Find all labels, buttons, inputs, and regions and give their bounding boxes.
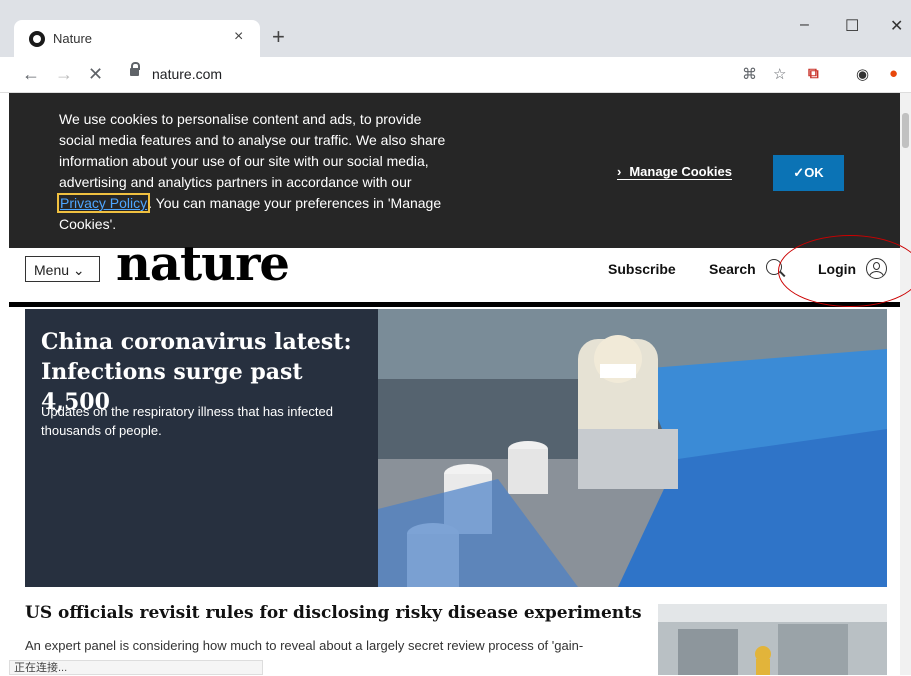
close-window-button[interactable]: ✕: [890, 16, 903, 36]
chevron-down-icon: ⌄: [72, 262, 85, 278]
maximize-button[interactable]: ☐: [845, 16, 859, 36]
translate-icon[interactable]: ⌘: [742, 65, 757, 83]
minimize-button[interactable]: –: [800, 16, 809, 34]
address-bar[interactable]: nature.com: [120, 61, 630, 87]
subscribe-link[interactable]: Subscribe: [608, 261, 676, 277]
scrollbar[interactable]: [900, 93, 911, 675]
hero-image[interactable]: [378, 309, 887, 587]
back-button[interactable]: ←: [22, 64, 40, 85]
cookie-text-part: We use cookies to personalise content an…: [59, 111, 446, 190]
nature-favicon-icon: [29, 31, 45, 47]
cookie-text: We use cookies to personalise content an…: [56, 109, 449, 235]
nature-logo[interactable]: nature: [116, 236, 290, 292]
status-bar: 正在连接...: [9, 660, 263, 675]
lab-photo: [658, 604, 887, 675]
manage-cookies-label: Manage Cookies: [629, 164, 732, 179]
menu-label: Menu: [34, 262, 70, 278]
story-title[interactable]: US officials revisit rules for disclosin…: [25, 603, 642, 623]
story-description: An expert panel is considering how much …: [25, 638, 584, 653]
scrollbar-thumb[interactable]: [902, 113, 909, 148]
hero-description: Updates on the respiratory illness that …: [41, 404, 333, 438]
ok-button[interactable]: ✓OK: [773, 155, 844, 191]
url-text[interactable]: nature.com: [152, 66, 222, 82]
browser-toolbar: ← → ✕ nature.com ⌘ ☆ ⧉ ◉ ●: [0, 57, 911, 93]
tab-nature[interactable]: Nature ×: [14, 20, 260, 57]
site-header: Menu ⌄ nature Subscribe Search Login: [9, 236, 900, 307]
new-tab-button[interactable]: +: [272, 26, 285, 48]
hero-story[interactable]: China coronavirus latest: Infections sur…: [25, 309, 887, 587]
tab-strip: Nature × + – ☐ ✕: [0, 0, 911, 57]
stop-button[interactable]: ✕: [88, 64, 103, 85]
tab-close-icon[interactable]: ×: [234, 28, 243, 46]
extension-icon[interactable]: ●: [889, 65, 898, 82]
menu-button[interactable]: Menu ⌄: [25, 256, 100, 282]
story-image[interactable]: [658, 604, 887, 675]
lock-icon[interactable]: [130, 62, 140, 76]
profile-icon[interactable]: ◉: [856, 65, 869, 83]
manage-cookies-link[interactable]: › Manage Cookies: [617, 164, 732, 180]
privacy-policy-link[interactable]: Privacy Policy: [56, 193, 151, 213]
cookie-banner: We use cookies to personalise content an…: [9, 93, 900, 248]
factory-photo: [378, 309, 887, 587]
tab-title: Nature: [53, 31, 93, 46]
search-link[interactable]: Search: [709, 261, 756, 277]
star-icon[interactable]: ☆: [773, 65, 786, 83]
chevron-right-icon: ›: [617, 164, 622, 179]
pdf-icon[interactable]: ⧉: [808, 65, 819, 82]
annotation-circle: [778, 235, 911, 307]
forward-button[interactable]: →: [55, 64, 73, 85]
